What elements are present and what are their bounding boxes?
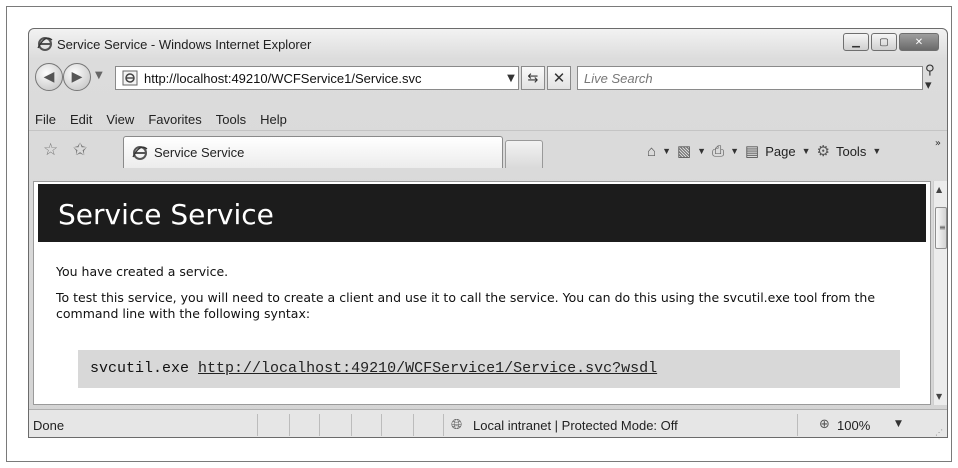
- menu-favorites[interactable]: Favorites: [148, 109, 201, 130]
- page-dropdown-icon[interactable]: ▼: [802, 146, 811, 156]
- address-bar[interactable]: http://localhost:49210/WCFService1/Servi…: [115, 66, 519, 90]
- search-placeholder[interactable]: Live Search: [578, 71, 922, 86]
- wsdl-link[interactable]: http://localhost:49210/WCFService1/Servi…: [198, 360, 657, 377]
- status-separator: [351, 414, 352, 436]
- menu-help[interactable]: Help: [260, 109, 287, 130]
- favorites-star-icon[interactable]: ☆: [43, 140, 58, 160]
- search-button[interactable]: ⚲ ▾: [925, 63, 945, 93]
- tools-dropdown-icon[interactable]: ▼: [872, 146, 881, 156]
- page-menu-button[interactable]: Page: [765, 144, 795, 159]
- status-separator: [797, 414, 798, 436]
- tab-label: Service Service: [154, 145, 245, 160]
- search-icon: ⚲ ▾: [925, 63, 935, 93]
- close-button[interactable]: ✕: [899, 33, 939, 51]
- status-separator: [381, 414, 382, 436]
- ie-logo-icon: [132, 145, 148, 160]
- intro-text: You have created a service.: [56, 264, 229, 279]
- menu-view[interactable]: View: [106, 109, 134, 130]
- gear-icon: ⚙: [816, 143, 830, 160]
- search-box[interactable]: Live Search: [577, 66, 923, 90]
- scroll-up-icon[interactable]: ▲: [936, 185, 942, 194]
- command-bar: ☆ ✩ Service Service ⌂ ▼ ▧ ▼ ⎙ ▼ ▤ Page ▼…: [29, 132, 947, 168]
- home-dropdown-icon[interactable]: ▼: [662, 146, 671, 156]
- command-name: svcutil.exe: [90, 360, 190, 377]
- back-arrow-icon: ◀: [43, 69, 55, 85]
- home-icon[interactable]: ⌂: [647, 143, 656, 160]
- back-button[interactable]: ◀: [35, 63, 63, 91]
- navigation-bar: ◀ ▶ ▼ http://localhost:49210/WCFService1…: [29, 61, 947, 95]
- zoom-icon: ⊕: [819, 417, 830, 432]
- new-tab-button[interactable]: [505, 140, 543, 168]
- window-title: Service Service - Windows Internet Explo…: [57, 37, 312, 52]
- forward-arrow-icon: ▶: [71, 69, 83, 85]
- more-commands-icon[interactable]: »: [935, 138, 941, 149]
- print-dropdown-icon[interactable]: ▼: [730, 146, 739, 156]
- address-url[interactable]: http://localhost:49210/WCFService1/Servi…: [144, 71, 504, 86]
- feeds-dropdown-icon[interactable]: ▼: [697, 146, 706, 156]
- maximize-button[interactable]: ▢: [871, 33, 897, 51]
- window-controls: ▁ ▢ ✕: [843, 33, 939, 51]
- forward-button[interactable]: ▶: [63, 63, 91, 91]
- ie-logo-icon: [37, 37, 53, 51]
- recent-pages-dropdown[interactable]: ▼: [95, 70, 103, 81]
- stop-icon: ✕: [552, 69, 566, 87]
- status-separator: [289, 414, 290, 436]
- zoom-dropdown-icon[interactable]: ▼: [895, 419, 902, 429]
- status-bar: Done 🌐︎ Local intranet | Protected Mode:…: [29, 409, 947, 437]
- page-icon: ▤: [745, 143, 760, 160]
- status-separator: [413, 414, 414, 436]
- feeds-icon[interactable]: ▧: [677, 142, 691, 160]
- vertical-scrollbar[interactable]: ▲ ≡ ▼: [933, 181, 947, 405]
- security-zone[interactable]: Local intranet | Protected Mode: Off: [473, 418, 678, 433]
- menu-file[interactable]: File: [35, 109, 56, 130]
- menu-edit[interactable]: Edit: [70, 109, 92, 130]
- command-line: svcutil.exe http://localhost:49210/WCFSe…: [90, 360, 657, 377]
- stop-button[interactable]: ✕: [547, 66, 571, 90]
- refresh-button[interactable]: ⇆: [521, 66, 545, 90]
- status-separator: [257, 414, 258, 436]
- status-text: Done: [33, 418, 65, 433]
- address-dropdown-icon[interactable]: ▼: [504, 73, 518, 84]
- scroll-down-icon[interactable]: ▼: [936, 392, 942, 401]
- intranet-globe-icon: 🌐︎: [451, 417, 463, 433]
- command-example: svcutil.exe http://localhost:49210/WCFSe…: [78, 350, 900, 388]
- resize-grip-icon[interactable]: ⋰: [935, 428, 943, 437]
- browser-window: Service Service - Windows Internet Explo…: [28, 28, 948, 438]
- ie-page-icon: [122, 70, 138, 86]
- menu-bar: File Edit View Favorites Tools Help: [29, 109, 947, 131]
- minimize-button[interactable]: ▁: [843, 33, 869, 51]
- grip-icon: ≡: [939, 223, 946, 232]
- command-buttons: ⌂ ▼ ▧ ▼ ⎙ ▼ ▤ Page ▼ ⚙ Tools ▼: [647, 142, 881, 161]
- title-bar: Service Service - Windows Internet Explo…: [29, 29, 947, 59]
- print-icon[interactable]: ⎙: [712, 143, 724, 160]
- add-favorites-icon[interactable]: ✩: [73, 140, 87, 160]
- tab-service-service[interactable]: Service Service: [123, 136, 503, 168]
- menu-tools[interactable]: Tools: [216, 109, 246, 130]
- tools-menu-button[interactable]: Tools: [836, 144, 866, 159]
- scroll-thumb[interactable]: ≡: [935, 207, 947, 249]
- page-viewport: Service Service You have created a servi…: [33, 181, 931, 405]
- refresh-icon: ⇆: [527, 70, 539, 86]
- zoom-level[interactable]: 100%: [837, 418, 870, 433]
- status-separator: [319, 414, 320, 436]
- page-banner: Service Service: [38, 184, 926, 242]
- page-heading: Service Service: [58, 198, 274, 231]
- instructions-text: To test this service, you will need to c…: [56, 290, 876, 321]
- status-separator: [443, 414, 444, 436]
